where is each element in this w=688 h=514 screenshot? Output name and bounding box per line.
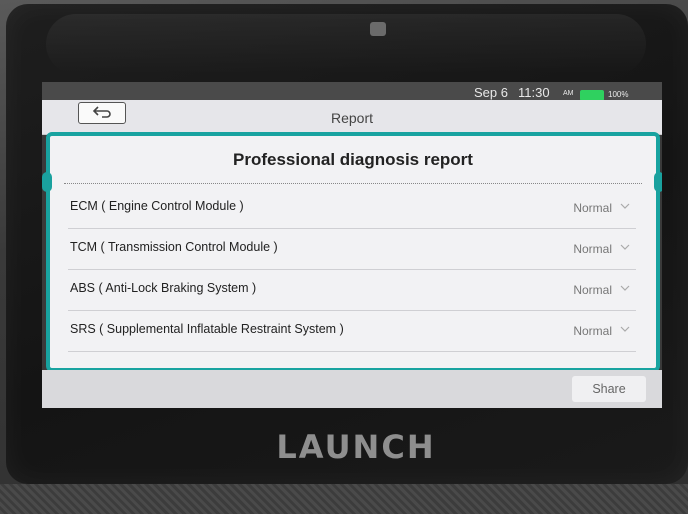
status-date: Sep 6: [474, 85, 508, 100]
module-name: SRS ( Supplemental Inflatable Restraint …: [70, 322, 344, 336]
module-row-tcm[interactable]: TCM ( Transmission Control Module ) Norm…: [68, 229, 636, 270]
photo-background: Sep 6 11:30 AM 100% Report Professional …: [0, 0, 688, 514]
module-name: TCM ( Transmission Control Module ): [70, 240, 278, 254]
module-row-srs[interactable]: SRS ( Supplemental Inflatable Restraint …: [68, 311, 636, 352]
share-button[interactable]: Share: [572, 376, 646, 402]
report-panel: Professional diagnosis report ECM ( Engi…: [42, 132, 662, 372]
brand-logo: LAUNCH: [276, 428, 436, 466]
module-status: Normal: [573, 283, 612, 297]
battery-percentage: 100%: [608, 90, 629, 99]
bezel-glare: [46, 14, 646, 74]
status-ampm: AM: [563, 90, 574, 97]
panel-notch-left: [42, 172, 52, 192]
module-row-ecm[interactable]: ECM ( Engine Control Module ) Normal: [68, 188, 636, 229]
chevron-down-icon[interactable]: [620, 284, 630, 292]
module-status: Normal: [573, 324, 612, 338]
module-name: ABS ( Anti-Lock Braking System ): [70, 281, 257, 295]
module-status: Normal: [573, 242, 612, 256]
title-divider: [64, 183, 642, 184]
camera-icon: [370, 22, 386, 36]
chevron-down-icon[interactable]: [620, 243, 630, 251]
tablet-device: Sep 6 11:30 AM 100% Report Professional …: [6, 4, 688, 484]
module-row-abs[interactable]: ABS ( Anti-Lock Braking System ) Normal: [68, 270, 636, 311]
report-title: Professional diagnosis report: [233, 150, 473, 169]
title-bar: Report: [42, 100, 662, 135]
status-time: 11:30: [518, 85, 550, 100]
chevron-down-icon[interactable]: [620, 202, 630, 210]
bottom-toolbar: Share: [42, 370, 662, 408]
window-title: Report: [330, 110, 374, 126]
tablet-screen: Sep 6 11:30 AM 100% Report Professional …: [42, 82, 662, 408]
panel-notch-right: [654, 172, 662, 192]
module-list: ECM ( Engine Control Module ) Normal TCM…: [68, 188, 636, 352]
module-name: ECM ( Engine Control Module ): [70, 199, 244, 213]
module-status: Normal: [573, 201, 612, 215]
case-texture: [0, 484, 688, 514]
chevron-down-icon[interactable]: [620, 325, 630, 333]
